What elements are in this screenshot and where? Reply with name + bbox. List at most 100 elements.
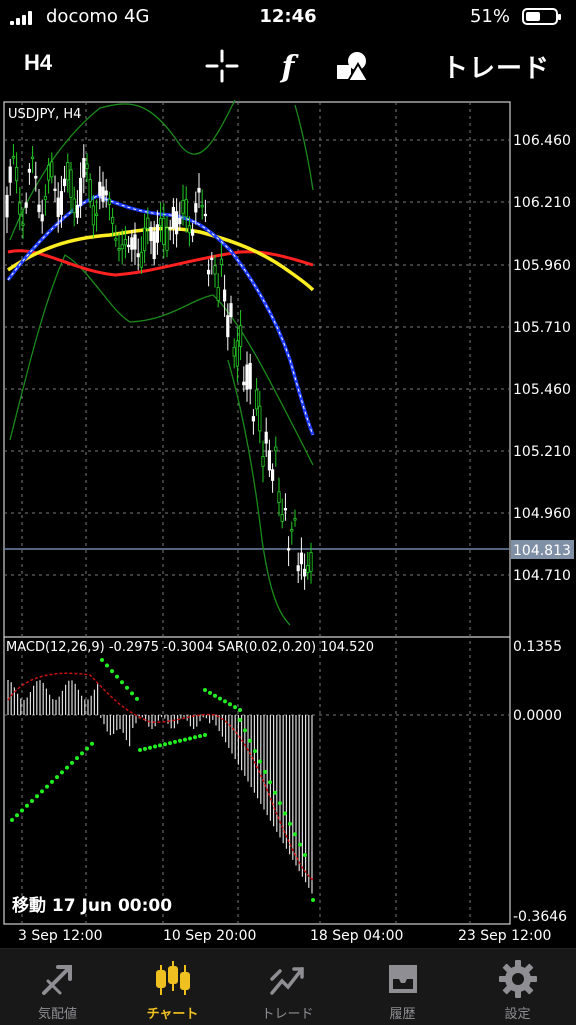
candle-body <box>66 162 70 181</box>
candle-body <box>229 303 233 318</box>
macd-histogram <box>7 680 313 894</box>
candle-body <box>30 156 35 159</box>
candle-body <box>258 405 262 432</box>
candle-body <box>142 227 147 252</box>
sar-dot <box>173 739 177 744</box>
sar-dot <box>163 742 167 747</box>
candle-body <box>117 248 121 251</box>
sar-dot <box>110 669 114 674</box>
crosshair-icon[interactable] <box>204 48 240 84</box>
candle-body <box>107 198 111 205</box>
candle-body <box>120 244 124 250</box>
sar-dot <box>80 751 84 756</box>
function-icon[interactable]: f <box>270 48 306 84</box>
sar-dot <box>135 696 139 701</box>
candle-body <box>216 287 220 301</box>
candle-body <box>203 213 207 217</box>
sar-dot <box>198 734 202 739</box>
candle-body <box>136 253 140 258</box>
tab-history[interactable]: 履歴 <box>345 949 460 1025</box>
candle-body <box>309 552 313 572</box>
sar-dot <box>208 690 212 695</box>
current-price-value: 104.813 <box>513 543 571 559</box>
candle-body <box>264 431 268 444</box>
candle-body <box>251 416 255 422</box>
time-tick: 18 Sep 04:00 <box>310 928 403 944</box>
tab-bar: 気配値 チャート トレード 履歴 設定 <box>0 948 576 1025</box>
price-tick: 104.960 <box>513 506 571 522</box>
tab-quotes[interactable]: 気配値 <box>0 949 115 1025</box>
svg-text:f: f <box>280 50 300 84</box>
sar-dot <box>268 780 272 785</box>
candle-body <box>286 548 291 551</box>
macd-tick: 0.1355 <box>513 639 562 655</box>
candle-body <box>162 217 166 246</box>
indicator-label: MACD(12,26,9) -0.2975 -0.3004 SAR(0.02,0… <box>6 640 374 655</box>
candle-body <box>155 224 159 243</box>
ma-slow-line <box>7 249 314 277</box>
timeframe-button[interactable]: H4 <box>24 50 52 76</box>
sar-dot <box>70 760 74 765</box>
grid <box>4 102 510 924</box>
candle-body <box>11 156 15 159</box>
price-tick: 106.210 <box>513 195 571 211</box>
sar-dot <box>100 658 104 662</box>
tab-chart[interactable]: チャート <box>115 949 230 1025</box>
candle-body <box>139 251 143 268</box>
candle-body <box>222 289 227 302</box>
price-chart[interactable]: USDJPY, H4 MACD(12,26,9) -0.2975 -0.3004… <box>0 100 576 950</box>
sar-dot <box>218 696 222 701</box>
candle-body <box>130 237 134 250</box>
trade-button[interactable]: トレード <box>442 48 550 85</box>
tab-settings[interactable]: 設定 <box>460 949 575 1025</box>
sar-dot <box>288 821 292 826</box>
sar-dot <box>298 842 302 847</box>
sar-dot <box>263 769 267 774</box>
candle-body <box>242 381 246 386</box>
sar-dot <box>40 789 44 794</box>
candle-body <box>184 199 188 218</box>
candle-body <box>296 565 300 572</box>
candle-body <box>72 198 76 214</box>
sar-dot <box>283 811 287 816</box>
candle-body <box>50 161 54 178</box>
candle-body <box>149 226 153 241</box>
candle-body <box>34 175 38 179</box>
sar-dot <box>85 746 89 751</box>
candle-body <box>8 166 12 183</box>
candle-body <box>283 508 288 511</box>
candle-body <box>95 213 99 216</box>
sar-dot <box>65 765 69 770</box>
sar-dot <box>125 685 129 690</box>
sar-dot <box>75 756 79 761</box>
sar-dot <box>258 759 262 764</box>
candle-body <box>168 227 172 230</box>
candle-body <box>47 164 51 181</box>
candle-body <box>226 315 230 338</box>
tab-trade[interactable]: トレード <box>230 949 345 1025</box>
candle-body <box>91 205 95 226</box>
sar-dot <box>243 728 247 733</box>
history-icon <box>389 965 417 993</box>
candle-body <box>85 163 89 169</box>
objects-icon[interactable] <box>334 48 370 84</box>
candle-body <box>206 269 211 275</box>
sar-dot <box>148 745 152 750</box>
sar-dot <box>248 738 252 743</box>
candle-body <box>302 568 307 577</box>
candle-body <box>290 529 294 532</box>
candle-body <box>101 186 105 202</box>
macd-tick: -0.3646 <box>513 909 567 925</box>
candle-body <box>43 195 48 201</box>
candle-body <box>111 217 115 224</box>
price-tick: 105.710 <box>513 320 571 336</box>
price-tick: 105.960 <box>513 258 571 274</box>
candle-body <box>219 258 223 265</box>
candles-icon <box>156 961 190 995</box>
price-axis: 106.460 106.210 105.960 105.710 105.460 … <box>513 133 571 925</box>
sar-dot <box>158 743 162 748</box>
candle-body <box>79 177 83 206</box>
candle-body <box>21 223 25 226</box>
sar-dot <box>178 738 182 743</box>
price-tick: 105.460 <box>513 382 571 398</box>
